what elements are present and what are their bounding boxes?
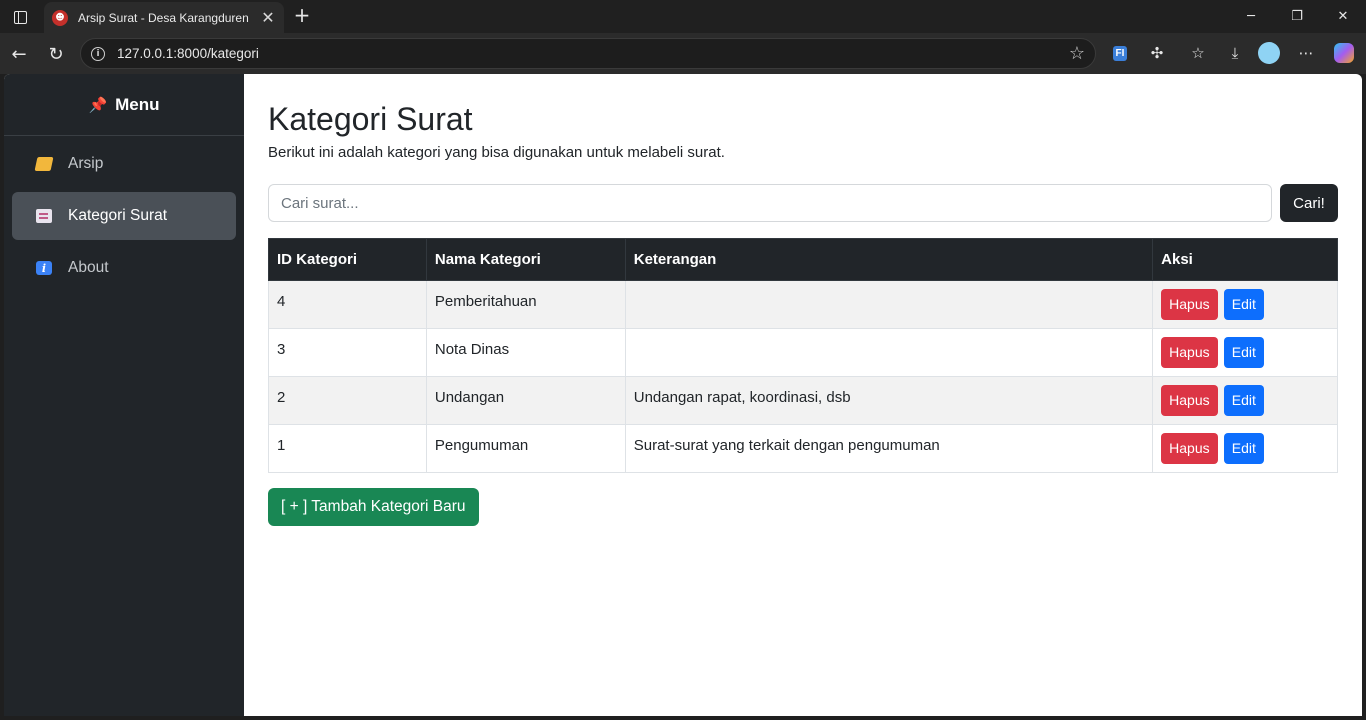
table-row: 2 Undangan Undangan rapat, koordinasi, d… — [268, 376, 1338, 425]
sidebar-item-label: Kategori Surat — [68, 207, 168, 224]
cell-id: 2 — [268, 376, 427, 425]
page-viewport: 📌 Menu Arsip Kategori Surat i About Kate… — [4, 74, 1362, 716]
edit-button[interactable]: Edit — [1223, 337, 1264, 368]
favorites-icon[interactable]: ☆ — [1187, 42, 1209, 64]
close-tab-icon[interactable]: ✕ — [260, 8, 276, 27]
copilot-icon[interactable] — [1333, 42, 1355, 64]
back-icon[interactable]: ← — [6, 41, 32, 67]
minimize-icon[interactable]: ─ — [1228, 0, 1274, 33]
column-header-id: ID Kategori — [268, 238, 427, 281]
address-bar[interactable]: i 127.0.0.1:8000/kategori ☆ — [80, 38, 1096, 69]
table-row: 3 Nota Dinas Hapus Edit — [268, 328, 1338, 377]
tab-title: Arsip Surat - Desa Karangduren — [78, 10, 249, 25]
delete-button[interactable]: Hapus — [1161, 289, 1218, 320]
edit-button[interactable]: Edit — [1223, 289, 1264, 320]
edit-button[interactable]: Edit — [1223, 433, 1264, 464]
sidebar-title: Menu — [115, 94, 160, 114]
cell-nama: Undangan — [425, 376, 626, 425]
cell-aksi: Hapus Edit — [1152, 280, 1338, 329]
url-text[interactable]: 127.0.0.1:8000/kategori — [117, 46, 1069, 61]
close-window-icon[interactable]: ✕ — [1320, 0, 1366, 33]
cell-aksi: Hapus Edit — [1152, 376, 1338, 425]
sidebar-item-kategori-surat[interactable]: Kategori Surat — [12, 192, 236, 240]
cell-keterangan: Surat-surat yang terkait dengan pengumum… — [624, 424, 1154, 473]
cell-nama: Nota Dinas — [425, 328, 626, 377]
cell-aksi: Hapus Edit — [1152, 328, 1338, 377]
favorite-star-icon[interactable]: ☆ — [1069, 43, 1085, 64]
search-form: Cari! — [268, 184, 1338, 222]
browser-tab[interactable]: ☻ Arsip Surat - Desa Karangduren ✕ — [44, 2, 284, 33]
sidebar-item-arsip[interactable]: Arsip — [12, 140, 236, 188]
search-button[interactable]: Cari! — [1280, 184, 1338, 222]
column-header-keterangan: Keterangan — [624, 238, 1154, 281]
new-tab-button[interactable]: + — [290, 4, 314, 28]
cell-nama: Pengumuman — [425, 424, 626, 473]
sidebar-toggle-icon[interactable] — [8, 6, 32, 28]
cell-aksi: Hapus Edit — [1152, 424, 1338, 473]
delete-button[interactable]: Hapus — [1161, 385, 1218, 416]
sidebar-item-label: About — [68, 259, 109, 276]
address-bar-row: ← ↻ i 127.0.0.1:8000/kategori ☆ FI ✣ ☆ ⤓… — [0, 33, 1366, 74]
info-icon: i — [36, 261, 52, 275]
sidebar-item-about[interactable]: i About — [12, 244, 236, 292]
cell-keterangan — [624, 280, 1154, 329]
memo-icon — [36, 209, 52, 223]
profile-avatar-icon[interactable] — [1258, 42, 1280, 64]
extensions-puzzle-icon[interactable]: ✣ — [1146, 42, 1168, 64]
page-description: Berikut ini adalah kategori yang bisa di… — [268, 144, 725, 161]
table-row: 4 Pemberitahuan Hapus Edit — [268, 280, 1338, 329]
table-row: 1 Pengumuman Surat-surat yang terkait de… — [268, 424, 1338, 473]
page-title: Kategori Surat — [268, 101, 473, 137]
site-info-icon[interactable]: i — [91, 46, 105, 61]
main-content: Kategori Surat Berikut ini adalah katego… — [268, 74, 1338, 526]
browser-chrome: ☻ Arsip Surat - Desa Karangduren ✕ + ─ ❐… — [0, 0, 1366, 74]
search-input[interactable] — [268, 184, 1272, 222]
delete-button[interactable]: Hapus — [1161, 337, 1218, 368]
extension-icon[interactable]: FI — [1109, 42, 1131, 64]
cell-nama: Pemberitahuan — [425, 280, 626, 329]
restore-icon[interactable]: ❐ — [1274, 0, 1320, 33]
tab-bar: ☻ Arsip Surat - Desa Karangduren ✕ + ─ ❐… — [0, 0, 1366, 33]
favicon-icon: ☻ — [52, 9, 68, 26]
cell-id: 3 — [268, 328, 427, 377]
delete-button[interactable]: Hapus — [1161, 433, 1218, 464]
pushpin-icon: 📌 — [88, 96, 108, 114]
edit-button[interactable]: Edit — [1223, 385, 1264, 416]
kategori-table: ID Kategori Nama Kategori Keterangan Aks… — [268, 238, 1338, 473]
column-header-aksi: Aksi — [1152, 238, 1338, 281]
sidebar-item-label: Arsip — [68, 155, 104, 172]
reload-icon[interactable]: ↻ — [43, 41, 69, 67]
folder-icon — [34, 157, 54, 171]
cell-id: 1 — [268, 424, 427, 473]
sidebar-header: 📌 Menu — [4, 74, 244, 136]
more-menu-icon[interactable]: ⋯ — [1295, 42, 1317, 64]
cell-id: 4 — [268, 280, 427, 329]
cell-keterangan — [624, 328, 1154, 377]
cell-keterangan: Undangan rapat, koordinasi, dsb — [624, 376, 1154, 425]
add-category-button[interactable]: [ + ] Tambah Kategori Baru — [268, 488, 479, 526]
column-header-nama: Nama Kategori — [425, 238, 626, 281]
downloads-icon[interactable]: ⤓ — [1224, 42, 1246, 64]
table-header-row: ID Kategori Nama Kategori Keterangan Aks… — [268, 238, 1338, 281]
sidebar: 📌 Menu Arsip Kategori Surat i About — [4, 74, 244, 716]
